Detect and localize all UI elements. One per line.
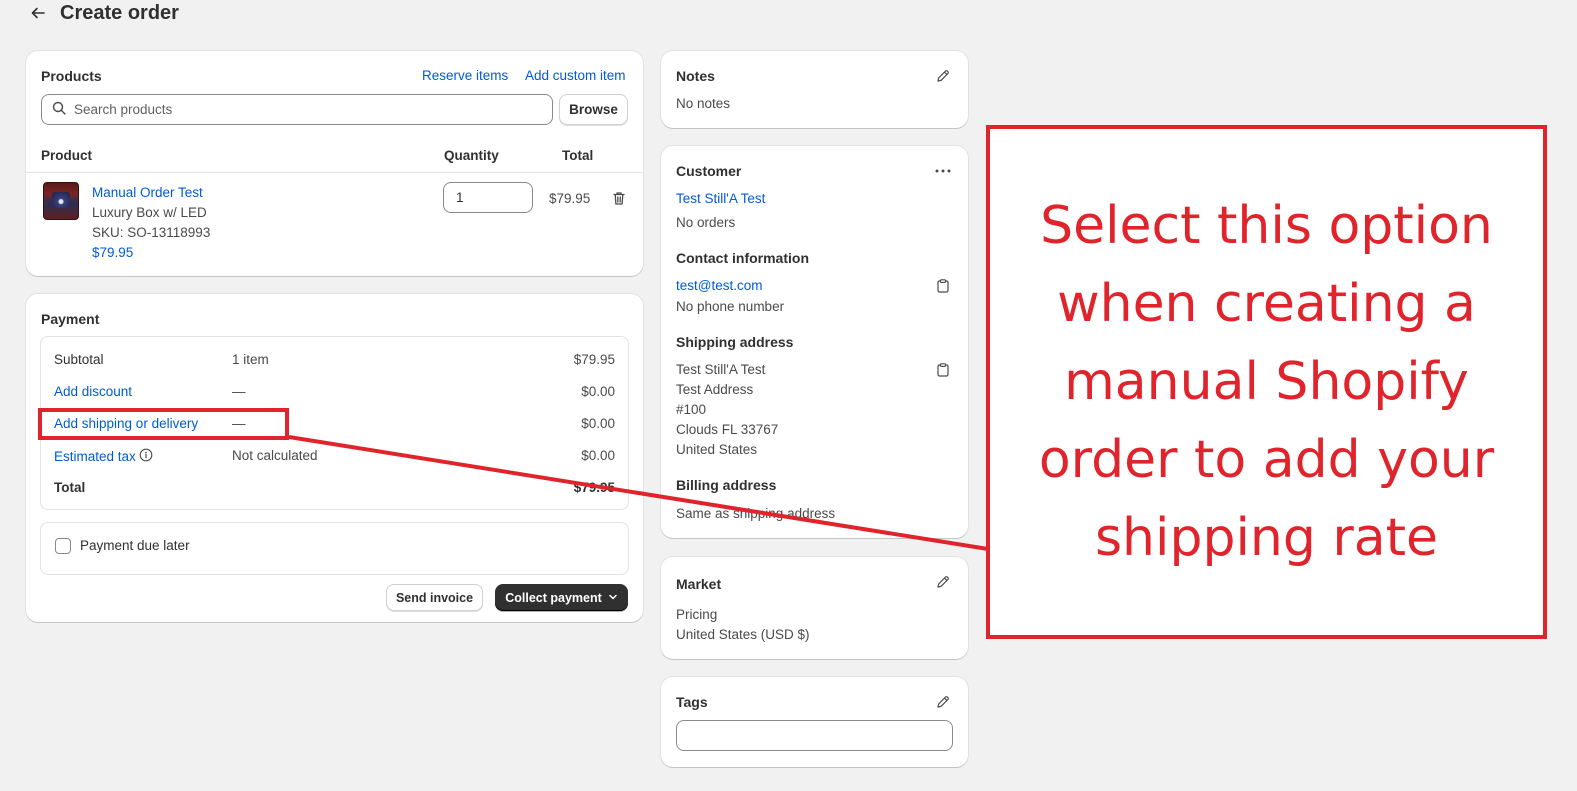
payment-due-later-box: Payment due later: [40, 522, 629, 575]
shipping-line: Test Still'A Test: [676, 362, 766, 377]
product-sku: SKU: SO-13118993: [92, 225, 211, 240]
tags-card: Tags: [661, 677, 968, 767]
more-options-icon[interactable]: [933, 161, 953, 181]
estimated-tax-label: Estimated tax: [54, 449, 136, 464]
send-invoice-button[interactable]: Send invoice: [386, 584, 483, 611]
discount-amount: $0.00: [581, 384, 615, 399]
customer-orders: No orders: [676, 215, 736, 230]
shipping-line: Clouds FL 33767: [676, 422, 779, 437]
page-title: Create order: [60, 1, 179, 24]
product-price[interactable]: $79.95: [92, 245, 133, 260]
clipboard-icon[interactable]: [933, 360, 953, 380]
shipping-line: United States: [676, 442, 758, 457]
search-products-input[interactable]: Search products: [41, 94, 553, 125]
customer-name-link[interactable]: Test Still'A Test: [676, 191, 765, 206]
total-amount: $79.95: [573, 480, 615, 495]
contact-info-title: Contact information: [676, 250, 809, 266]
market-card: Market Pricing United States (USD $): [661, 557, 968, 659]
subtotal-amount: $79.95: [573, 352, 615, 367]
notes-title: Notes: [676, 68, 715, 84]
pricing-value: United States (USD $): [676, 627, 810, 642]
quantity-input[interactable]: 1: [443, 182, 533, 213]
arrow-left-icon[interactable]: [28, 3, 48, 23]
collect-payment-label: Collect payment: [505, 590, 602, 605]
column-quantity: Quantity: [444, 148, 499, 163]
subtotal-label: Subtotal: [54, 352, 104, 367]
reserve-items-link[interactable]: Reserve items: [422, 68, 508, 83]
search-icon: [52, 101, 66, 118]
customer-email-link[interactable]: test@test.com: [676, 278, 762, 293]
billing-address-value: Same as shipping address: [676, 506, 836, 521]
column-product: Product: [41, 148, 93, 163]
column-total: Total: [562, 148, 594, 163]
customer-title: Customer: [676, 163, 742, 179]
market-title: Market: [676, 576, 722, 592]
subtotal-detail: 1 item: [232, 352, 269, 367]
shipping-line: Test Address: [676, 382, 754, 397]
products-title: Products: [41, 68, 102, 84]
annotation-highlight-box: [38, 408, 289, 440]
payment-due-later-label: Payment due later: [80, 538, 190, 553]
notes-value: No notes: [676, 96, 731, 111]
clipboard-icon[interactable]: [933, 276, 953, 296]
info-icon[interactable]: [139, 448, 153, 465]
customer-card: Customer Test Still'A Test No orders Con…: [661, 146, 968, 538]
payment-card: Payment Subtotal 1 item $79.95 Add disco…: [26, 294, 643, 622]
page-header: Create order: [28, 0, 179, 26]
add-discount-link[interactable]: Add discount: [54, 384, 132, 399]
search-placeholder: Search products: [74, 102, 173, 117]
annotation-text: Select this option when creating a manua…: [1038, 196, 1495, 568]
annotation-callout: Select this option when creating a manua…: [986, 125, 1547, 639]
pencil-icon[interactable]: [933, 692, 953, 712]
trash-icon[interactable]: [609, 188, 629, 208]
collect-payment-button[interactable]: Collect payment: [495, 584, 628, 611]
pricing-label: Pricing: [676, 607, 718, 622]
shipping-amount: $0.00: [581, 416, 615, 431]
table-divider: [26, 172, 643, 173]
payment-due-later-checkbox[interactable]: [55, 538, 71, 554]
pencil-icon[interactable]: [933, 572, 953, 592]
shipping-line: #100: [676, 402, 707, 417]
add-custom-item-link[interactable]: Add custom item: [525, 68, 626, 83]
pencil-icon[interactable]: [933, 66, 953, 86]
notes-card: Notes No notes: [661, 51, 968, 128]
products-card: Products Reserve items Add custom item S…: [26, 51, 643, 276]
shipping-address-title: Shipping address: [676, 334, 794, 350]
estimated-tax-link[interactable]: Estimated tax: [54, 448, 153, 465]
payment-title: Payment: [41, 311, 100, 327]
product-thumbnail: [43, 182, 79, 220]
total-label: Total: [54, 480, 86, 495]
product-variant: Luxury Box w/ LED: [92, 205, 207, 220]
billing-address-title: Billing address: [676, 477, 777, 493]
tax-amount: $0.00: [581, 448, 615, 463]
customer-phone: No phone number: [676, 299, 785, 314]
tags-input[interactable]: [676, 720, 953, 751]
tags-title: Tags: [676, 694, 708, 710]
product-name-link[interactable]: Manual Order Test: [92, 185, 203, 200]
tax-detail: Not calculated: [232, 448, 318, 463]
browse-button[interactable]: Browse: [559, 94, 628, 125]
product-total: $79.95: [549, 191, 591, 206]
chevron-down-icon: [608, 591, 618, 605]
discount-detail: —: [232, 384, 246, 399]
